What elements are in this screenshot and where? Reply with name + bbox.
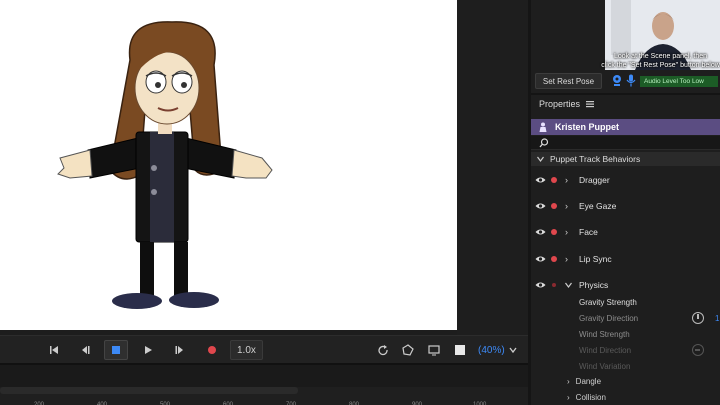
param-wind-variation: Wind Variation <box>579 362 631 371</box>
behavior-row-lip-sync[interactable]: › Lip Sync <box>531 251 720 267</box>
expand-chevron-icon[interactable]: › <box>565 201 568 211</box>
behavior-row-face[interactable]: › Face <box>531 224 720 240</box>
zoom-dropdown[interactable] <box>507 340 519 360</box>
panel-menu-icon[interactable] <box>586 100 595 108</box>
record-arm-dot[interactable] <box>551 203 557 209</box>
subgroup-label: Collision <box>575 393 606 402</box>
set-rest-pose-button[interactable]: Set Rest Pose <box>535 73 602 89</box>
microphone-icon <box>626 74 636 87</box>
behavior-label: Face <box>579 227 598 237</box>
step-back-icon <box>82 346 90 354</box>
puppet-character[interactable] <box>0 0 457 330</box>
record-arm-dot[interactable] <box>551 256 557 262</box>
expand-chevron-icon[interactable]: › <box>565 227 568 237</box>
param-gravity-strength[interactable]: Gravity Strength <box>579 298 637 307</box>
step-forward-icon <box>175 346 183 354</box>
behavior-label: Eye Gaze <box>579 201 617 211</box>
eye-icon[interactable] <box>535 255 546 263</box>
record-button[interactable] <box>204 340 220 360</box>
record-arm-dot[interactable] <box>551 177 557 183</box>
audio-level-meter: Audio Level Too Low <box>640 76 718 87</box>
behavior-row-eye-gaze[interactable]: › Eye Gaze <box>531 198 720 214</box>
properties-search-field[interactable] <box>531 136 720 150</box>
chevron-down-icon <box>537 156 544 162</box>
record-arm-dot[interactable] <box>552 283 556 287</box>
panel-divider <box>531 93 720 95</box>
search-icon <box>539 138 549 148</box>
go-to-start-button[interactable] <box>46 340 62 360</box>
refresh-icon <box>377 344 388 355</box>
subgroup-collision[interactable]: › Collision <box>567 393 606 402</box>
webcam-icon <box>613 75 621 86</box>
camera-instructions: Look at the Scene panel, then click the … <box>601 52 720 70</box>
skip-start-icon <box>50 346 58 354</box>
subgroup-dangle[interactable]: › Dangle <box>567 377 601 386</box>
eye-icon[interactable] <box>535 176 546 184</box>
expand-chevron-icon[interactable]: › <box>567 377 570 386</box>
microphone-toggle[interactable] <box>626 74 636 92</box>
eye-icon[interactable] <box>535 281 546 289</box>
properties-panel-header: Properties <box>539 99 595 109</box>
background-color-button[interactable] <box>452 340 468 360</box>
expand-chevron-icon[interactable]: › <box>567 393 570 402</box>
puppet-name: Kristen Puppet <box>555 122 620 132</box>
camera-toggle[interactable] <box>611 74 623 92</box>
param-wind-strength[interactable]: Wind Strength <box>579 330 630 339</box>
record-icon <box>208 346 216 354</box>
puppet-icon <box>539 122 547 132</box>
eye-icon[interactable] <box>535 228 546 236</box>
timeline-scrollbar[interactable] <box>0 387 298 394</box>
stream-button[interactable] <box>426 340 442 360</box>
expand-chevron-icon[interactable]: › <box>565 254 568 264</box>
behavior-label: Physics <box>579 280 609 290</box>
step-forward-button[interactable] <box>172 340 188 360</box>
gravity-direction-knob[interactable] <box>692 312 704 324</box>
character-animator-window: 1.0x (40%) 200 400 500 600 700 800 900 1… <box>0 0 720 405</box>
behavior-label: Dragger <box>579 175 610 185</box>
expand-chevron-icon[interactable]: › <box>565 175 568 185</box>
refresh-button[interactable] <box>375 340 391 360</box>
puppet-view-icon <box>402 344 414 356</box>
timeline-panel[interactable]: 200 400 500 600 700 800 900 1000 <box>0 363 528 405</box>
puppet-track-behaviors-section[interactable]: Puppet Track Behaviors <box>531 152 720 166</box>
subgroup-label: Dangle <box>575 377 602 386</box>
chevron-down-icon[interactable] <box>565 282 572 288</box>
stop-button[interactable] <box>104 340 128 360</box>
param-wind-direction: Wind Direction <box>579 346 632 355</box>
right-panel: Look at the Scene panel, then click the … <box>531 0 720 405</box>
cast-icon <box>428 345 440 356</box>
step-back-button[interactable] <box>77 340 93 360</box>
playback-speed[interactable]: 1.0x <box>230 340 263 360</box>
panel-gutter <box>457 0 531 335</box>
wind-direction-knob <box>692 344 704 356</box>
play-icon <box>145 346 152 354</box>
selected-puppet-bar[interactable]: Kristen Puppet <box>531 119 720 135</box>
transport-bar: 1.0x (40%) <box>0 335 528 363</box>
caption-line: click the "Set Rest Pose" button below <box>601 62 720 69</box>
properties-title: Properties <box>539 99 581 109</box>
gravity-direction-value[interactable]: 1 <box>715 314 719 323</box>
section-title: Puppet Track Behaviors <box>550 154 641 164</box>
view-mode-button[interactable] <box>400 340 416 360</box>
behavior-label: Lip Sync <box>579 254 612 264</box>
chevron-down-icon <box>509 347 517 354</box>
play-button[interactable] <box>140 340 156 360</box>
behavior-row-dragger[interactable]: › Dragger <box>531 172 720 188</box>
zoom-level[interactable]: (40%) <box>478 340 505 360</box>
stop-icon <box>112 346 120 354</box>
behavior-row-physics[interactable]: Physics <box>531 277 720 293</box>
scene-panel[interactable] <box>0 0 457 330</box>
eye-icon[interactable] <box>535 202 546 210</box>
color-swatch-icon <box>455 345 465 355</box>
caption-line: Look at the Scene panel, then <box>613 53 708 60</box>
record-arm-dot[interactable] <box>551 229 557 235</box>
param-gravity-direction[interactable]: Gravity Direction <box>579 314 638 323</box>
